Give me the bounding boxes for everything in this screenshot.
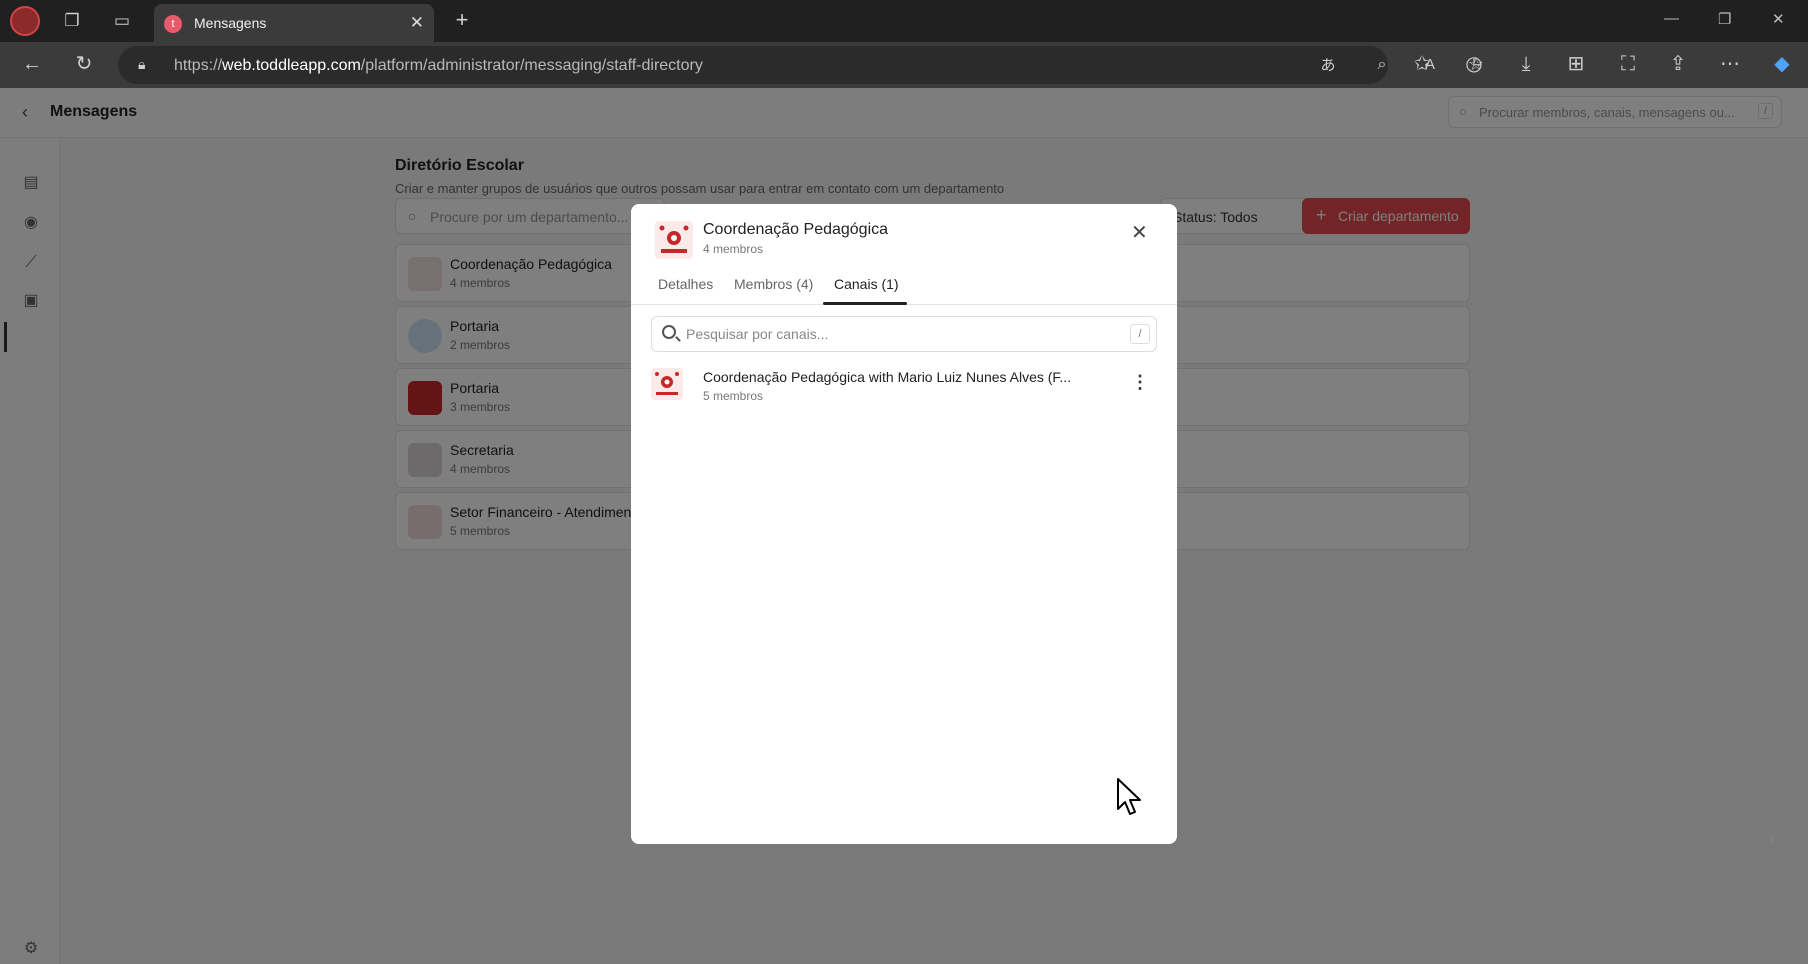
- channel-member-count: 5 membros: [703, 389, 764, 403]
- search-icon: [662, 325, 676, 339]
- more-icon[interactable]: ⋯: [1718, 54, 1742, 74]
- mouse-cursor-icon: [1117, 778, 1141, 815]
- department-avatar-icon: [655, 221, 693, 259]
- channel-name: Coordenação Pedagógica with Mario Luiz N…: [703, 369, 1072, 385]
- toddle-favicon-icon: t: [164, 15, 182, 33]
- tab-channels[interactable]: Canais (1): [834, 276, 899, 292]
- department-modal: Coordenação Pedagógica 4 membros ✕ Detal…: [631, 204, 1177, 844]
- back-icon[interactable]: ←: [20, 54, 44, 74]
- tab-close-icon[interactable]: ✕: [410, 13, 424, 33]
- workspaces-icon[interactable]: ❐: [60, 11, 84, 31]
- favorites-icon[interactable]: ✩: [1410, 54, 1434, 74]
- browser-tab-active[interactable]: t Mensagens ✕: [154, 4, 434, 42]
- url-text: https://web.toddleapp.com/platform/admin…: [174, 57, 703, 74]
- zoom-icon[interactable]: ⌕: [1370, 55, 1394, 75]
- downloads-icon[interactable]: ⤓: [1514, 54, 1538, 74]
- modal-tabs: Detalhes Membros (4) Canais (1): [631, 258, 1177, 305]
- active-tab-indicator: [823, 302, 907, 305]
- browser-tab-bar: ❐ ▭ t Mensagens ✕ + — ❐ ✕: [0, 0, 1808, 42]
- lock-icon: 🔒︎: [138, 56, 146, 72]
- new-tab-icon[interactable]: +: [450, 9, 474, 31]
- refresh-icon[interactable]: ↻: [72, 54, 96, 74]
- collapse-panel-chevron-icon[interactable]: ‹: [1770, 830, 1775, 846]
- shortcut-hint: /: [1130, 324, 1150, 344]
- minimize-icon[interactable]: —: [1664, 10, 1679, 27]
- tab-details[interactable]: Detalhes: [658, 276, 713, 292]
- channel-list-item[interactable]: Coordenação Pedagógica with Mario Luiz N…: [647, 364, 1161, 408]
- share-icon[interactable]: ⇪: [1666, 54, 1690, 74]
- screenshot-icon[interactable]: ⛶: [1616, 54, 1640, 74]
- channel-search-input[interactable]: [686, 324, 1106, 344]
- tab-title: Mensagens: [194, 15, 267, 31]
- modal-title: Coordenação Pedagógica: [703, 221, 889, 238]
- extensions-icon[interactable]: ⊞: [1564, 54, 1588, 74]
- modal-member-count: 4 membros: [703, 242, 764, 256]
- close-icon[interactable]: ✕: [1131, 220, 1148, 245]
- profile-avatar[interactable]: [10, 6, 40, 36]
- channel-search-field[interactable]: /: [651, 316, 1157, 352]
- address-bar[interactable]: 🔒︎ https://web.toddleapp.com/platform/ad…: [118, 46, 1484, 84]
- channel-avatar-icon: [651, 368, 683, 400]
- translate-icon[interactable]: あ: [1316, 56, 1340, 76]
- copilot-icon[interactable]: ◆: [1770, 54, 1794, 74]
- vertical-tabs-icon[interactable]: ▭: [110, 11, 134, 31]
- browser-toolbar: ← ↻ 🔒︎ https://web.toddleapp.com/platfor…: [0, 42, 1808, 88]
- history-icon[interactable]: ◷: [1462, 54, 1486, 74]
- restore-icon[interactable]: ❐: [1718, 10, 1731, 28]
- more-options-icon[interactable]: ⋮: [1131, 372, 1149, 393]
- tab-members[interactable]: Membros (4): [734, 276, 813, 292]
- window-close-icon[interactable]: ✕: [1772, 10, 1785, 28]
